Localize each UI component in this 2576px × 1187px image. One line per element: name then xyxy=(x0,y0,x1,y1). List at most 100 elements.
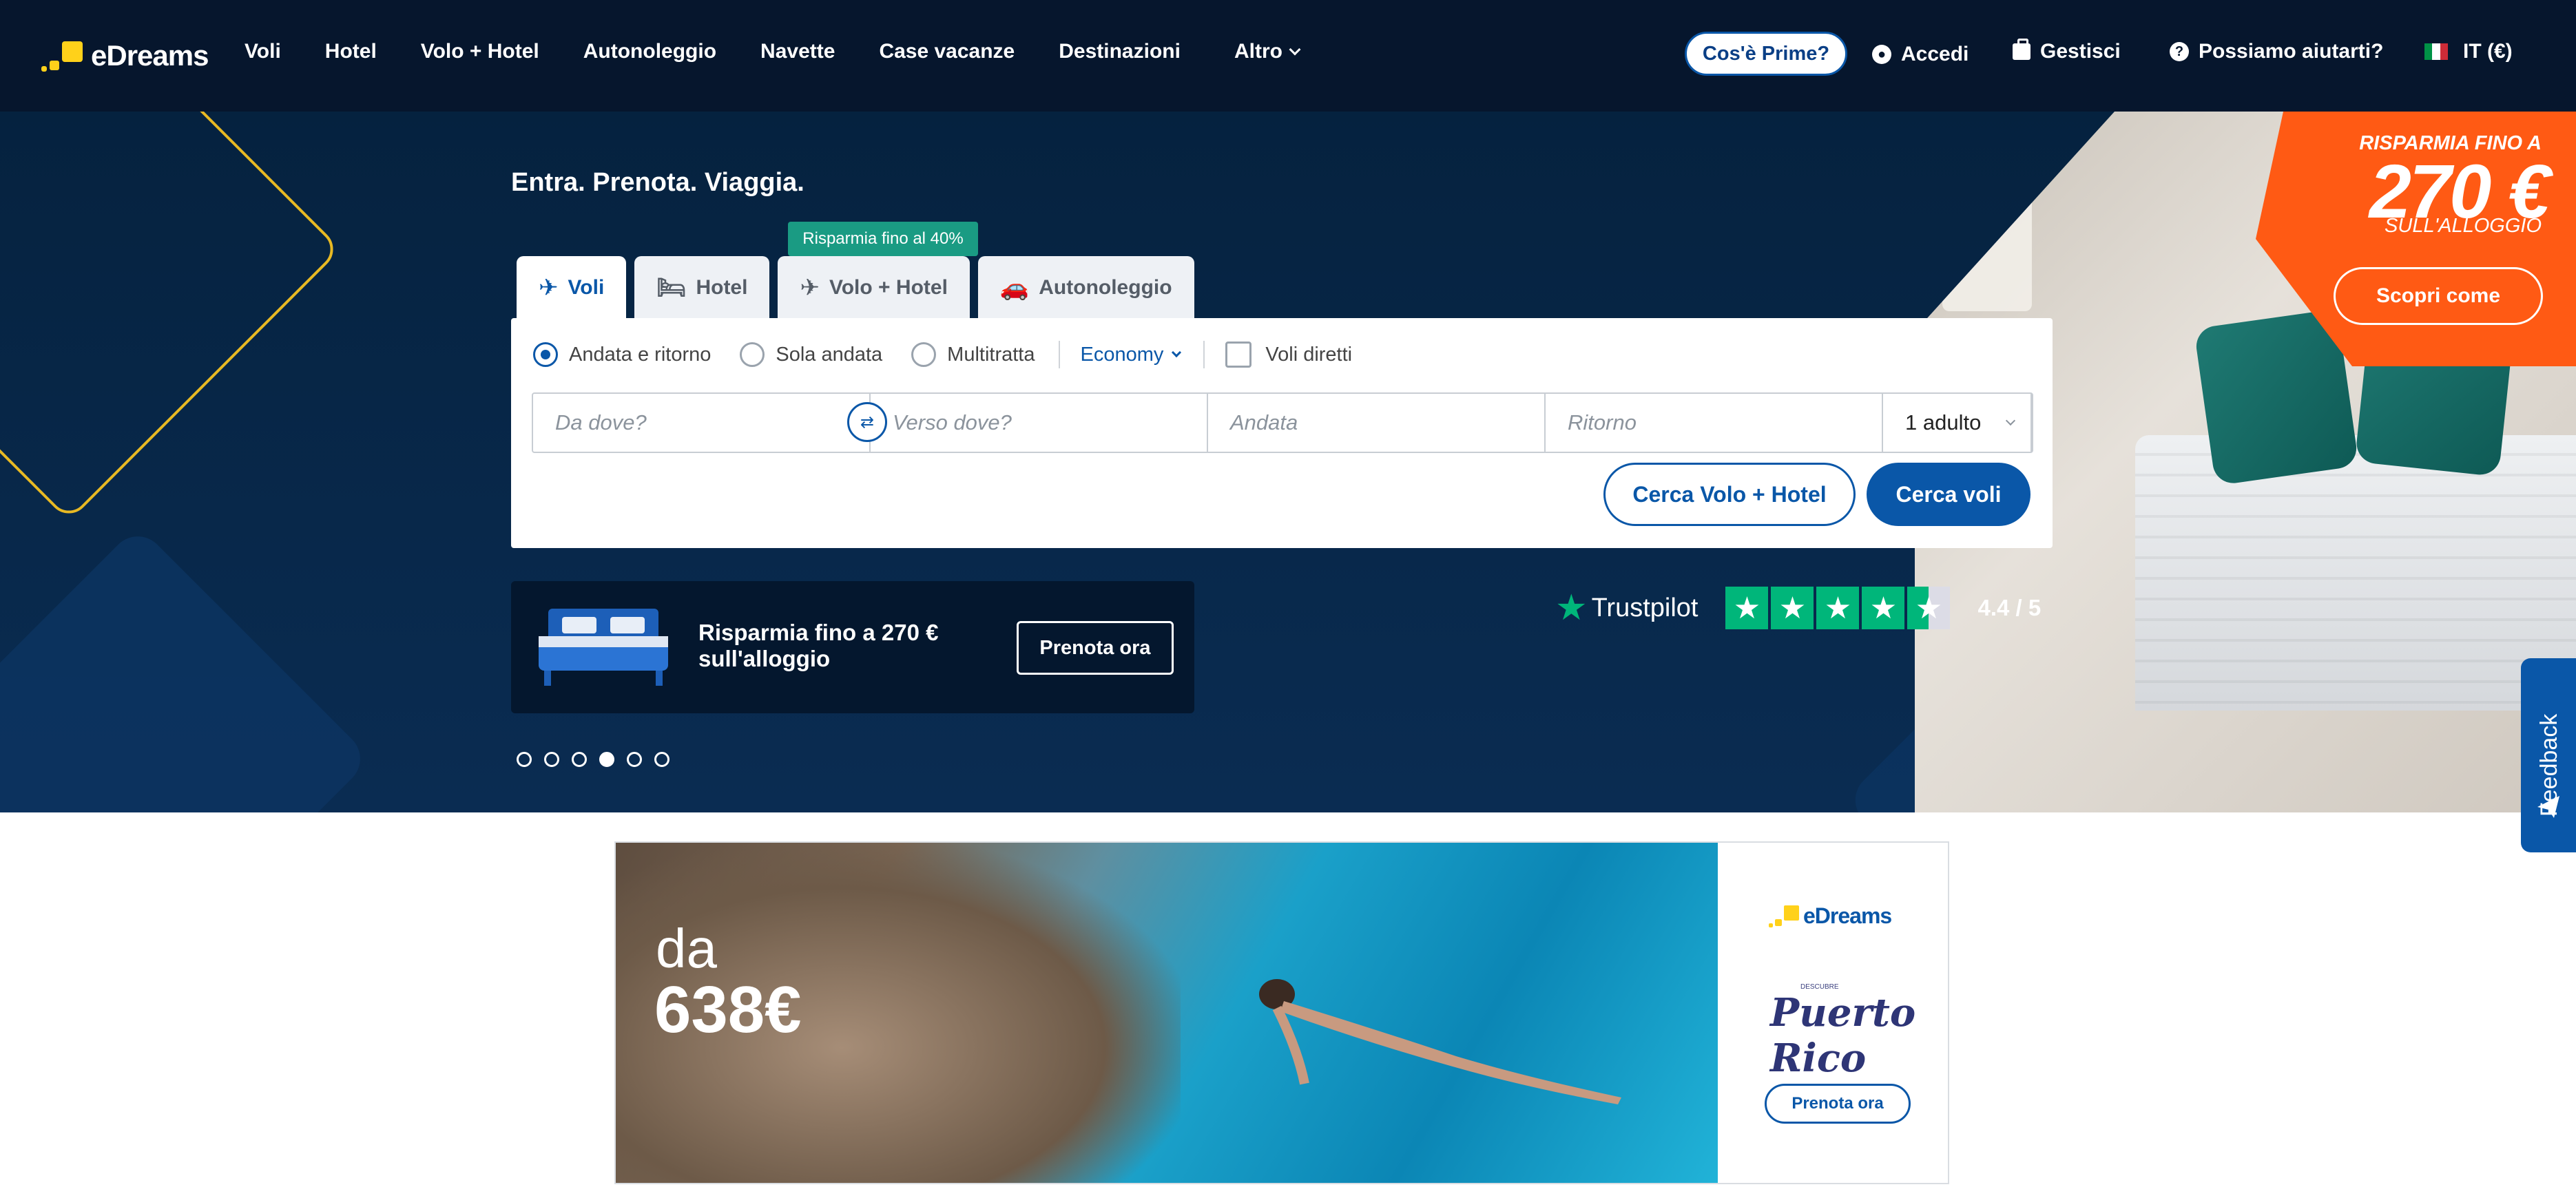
product-tabs: ✈ Voli 🛏 Hotel ✈ Volo + Hotel 🚗 Autonole… xyxy=(517,256,1194,319)
radio-label: Andata e ritorno xyxy=(569,343,711,366)
tab-label: Hotel xyxy=(696,276,748,299)
carousel-dot[interactable] xyxy=(627,752,642,767)
radio-round-trip[interactable]: Andata e ritorno xyxy=(533,342,711,367)
nav-altro-label: Altro xyxy=(1234,40,1282,63)
manage-link[interactable]: Gestisci xyxy=(2013,39,2121,63)
advertisement-banner[interactable]: da 638€ eDreams DESCUBRE Puerto Rico Pre… xyxy=(614,841,1949,1184)
return-date-input[interactable]: Ritorno xyxy=(1546,394,1883,452)
banner-book-button[interactable]: Prenota ora xyxy=(1765,1084,1911,1124)
cabin-class-select[interactable]: Economy xyxy=(1080,343,1182,366)
direct-flights-checkbox[interactable]: Voli diretti xyxy=(1225,342,1352,368)
plane-bed-icon: ✈ xyxy=(800,275,820,301)
tab-label: Voli xyxy=(568,276,605,299)
radio-one-way[interactable]: Sola andata xyxy=(740,342,882,367)
logo-text: eDreams xyxy=(91,39,209,72)
star-icon: ★ xyxy=(1771,587,1814,629)
star-icon: ★ xyxy=(1725,587,1769,629)
tab-volo-hotel[interactable]: ✈ Volo + Hotel xyxy=(778,256,970,319)
tab-label: Volo + Hotel xyxy=(829,276,948,299)
carousel-dot[interactable] xyxy=(572,752,587,767)
locale-label: IT (€) xyxy=(2463,40,2513,63)
book-now-button[interactable]: Prenota ora xyxy=(1017,621,1174,675)
price-prefix: da xyxy=(656,918,717,979)
nav-hotel[interactable]: Hotel xyxy=(325,40,377,63)
carousel-dot[interactable] xyxy=(517,752,532,767)
banner-edreams-logo: eDreams xyxy=(1769,903,1892,929)
prime-button[interactable]: Cos'è Prime? xyxy=(1685,32,1847,76)
top-navigation-bar: eDreams Voli Hotel Volo + Hotel Autonole… xyxy=(0,0,2576,112)
carousel-dot-active[interactable] xyxy=(599,752,614,767)
direct-flights-label: Voli diretti xyxy=(1265,343,1353,366)
tab-autonoleggio[interactable]: 🚗 Autonoleggio xyxy=(977,256,1194,319)
hero-tagline: Entra. Prenota. Viaggia. xyxy=(511,168,804,197)
chevron-down-icon xyxy=(2005,415,2016,426)
nav-case-vacanze[interactable]: Case vacanze xyxy=(879,40,1015,63)
orange-promo-bottom: SULL'ALLOGGIO xyxy=(2385,215,2542,237)
help-link[interactable]: ? Possiamo aiutarti? xyxy=(2170,40,2383,63)
swap-icon[interactable]: ⇄ xyxy=(847,402,887,442)
trip-options: Andata e ritorno Sola andata Multitratta… xyxy=(533,337,1352,372)
banner-logo-text: eDreams xyxy=(1803,903,1892,928)
radio-multi-city[interactable]: Multitratta xyxy=(911,342,1035,367)
passengers-select[interactable]: 1 adulto xyxy=(1883,394,2032,452)
tab-voli[interactable]: ✈ Voli xyxy=(517,256,627,319)
tab-hotel[interactable]: 🛏 Hotel xyxy=(634,256,770,319)
carousel-dot[interactable] xyxy=(544,752,559,767)
locale-selector[interactable]: IT (€) xyxy=(2424,40,2513,63)
origin-input[interactable]: Da dove? xyxy=(533,394,871,452)
tab-label: Autonoleggio xyxy=(1039,276,1172,299)
login-link[interactable]: ● Accedi xyxy=(1872,43,1969,66)
trustpilot-star-icon: ★ xyxy=(1555,588,1588,628)
radio-label: Multitratta xyxy=(947,343,1035,366)
nav-destinazioni[interactable]: Destinazioni xyxy=(1059,40,1181,63)
promo-line1: Risparmia fino a 270 € xyxy=(698,620,939,645)
feedback-tab[interactable]: Feedback xyxy=(2521,658,2576,852)
search-fields: Da dove? Verso dove? Andata Ritorno 1 ad… xyxy=(532,392,2033,453)
chevron-down-icon xyxy=(1172,347,1182,358)
user-icon: ● xyxy=(1872,45,1891,64)
nav-volo-hotel[interactable]: Volo + Hotel xyxy=(421,40,539,63)
send-icon xyxy=(2537,796,2559,818)
checkbox-icon xyxy=(1225,342,1252,368)
nav-voli[interactable]: Voli xyxy=(245,40,281,63)
departure-date-input[interactable]: Andata xyxy=(1208,394,1546,452)
cabin-class-value: Economy xyxy=(1080,343,1164,366)
trustpilot-logo: ★ Trustpilot xyxy=(1555,587,1698,629)
edreams-logo[interactable]: eDreams xyxy=(41,39,209,73)
decorative-outline xyxy=(0,112,342,522)
star-icon: ★ xyxy=(1816,587,1860,629)
bed-illustration-icon xyxy=(539,609,668,686)
radio-selected-icon xyxy=(533,342,558,367)
nav-navette[interactable]: Navette xyxy=(760,40,835,63)
promo-line2: sull'alloggio xyxy=(698,646,831,671)
search-flights-button[interactable]: Cerca voli xyxy=(1867,463,2030,526)
logo-mark-icon xyxy=(1769,904,1799,929)
help-label: Possiamo aiutarti? xyxy=(2199,40,2384,63)
italy-flag-icon xyxy=(2424,43,2448,60)
savings-badge: Risparmia fino al 40% xyxy=(788,222,978,263)
half-star-icon: ★ xyxy=(1907,587,1951,629)
star-icon: ★ xyxy=(1862,587,1905,629)
question-icon: ? xyxy=(2170,42,2189,61)
decorative-shape xyxy=(0,525,372,812)
search-flight-hotel-button[interactable]: Cerca Volo + Hotel xyxy=(1603,463,1856,526)
carousel-dot[interactable] xyxy=(654,752,669,767)
lamp-shade xyxy=(1942,194,2032,311)
trustpilot-widget[interactable]: ★ Trustpilot ★ ★ ★ ★ ★ 4.4 / 5 xyxy=(1555,587,2041,629)
banner-sidebar: eDreams DESCUBRE Puerto Rico Prenota ora xyxy=(1718,843,1948,1183)
rating-value: 4.4 / 5 xyxy=(1977,595,2042,620)
radio-label: Sola andata xyxy=(776,343,883,366)
accommodation-promo-card: Risparmia fino a 270 € sull'alloggio Pre… xyxy=(511,581,1194,713)
rating-stars: ★ ★ ★ ★ ★ xyxy=(1725,587,1951,629)
carousel-dots xyxy=(517,752,669,767)
discover-button[interactable]: Scopri come xyxy=(2334,267,2543,325)
logo-mark-icon xyxy=(41,39,84,73)
briefcase-icon xyxy=(2013,39,2030,60)
flight-search-form: Andata e ritorno Sola andata Multitratta… xyxy=(511,318,2053,548)
puerto-rico-logo: Puerto Rico xyxy=(1770,990,1916,1081)
nav-autonoleggio[interactable]: Autonoleggio xyxy=(583,40,716,63)
bed-image xyxy=(2135,435,2576,711)
destination-input[interactable]: Verso dove? xyxy=(871,394,1208,452)
divider xyxy=(1058,341,1060,368)
nav-altro[interactable]: Altro xyxy=(1234,40,1301,63)
